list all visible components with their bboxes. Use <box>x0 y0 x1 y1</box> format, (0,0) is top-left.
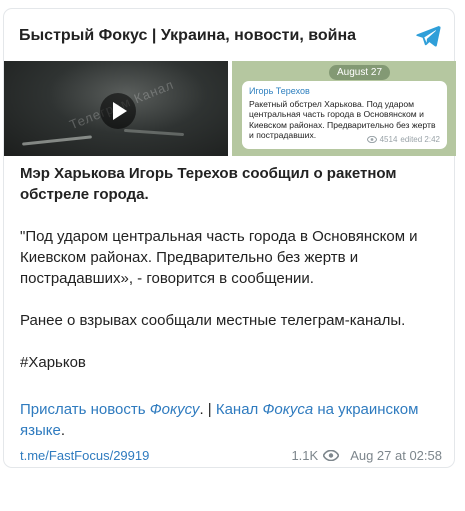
play-button[interactable] <box>100 93 136 129</box>
post-footer: t.me/FastFocus/29919 1.1K Aug 27 at 02:5… <box>20 445 442 465</box>
play-icon <box>113 102 127 120</box>
post-header: Быстрый Фокус | Украина, новости, война <box>19 21 442 51</box>
screenshot-thumbnail[interactable]: August 27 Игорь Терехов Ракетный обстрел… <box>232 61 456 156</box>
post-quote: "Под ударом центральная часть города в О… <box>20 228 418 287</box>
screenshot-edited: edited 2:42 <box>400 134 440 144</box>
post-links: Прислать новость Фокусу. | Канал Фокуса … <box>20 399 450 441</box>
post-stats: 1.1K Aug 27 at 02:58 <box>291 448 442 463</box>
screenshot-message: Игорь Терехов Ракетный обстрел Харькова.… <box>242 81 447 149</box>
eye-icon <box>323 449 340 461</box>
screenshot-views: 4514 <box>379 134 398 144</box>
post-permalink[interactable]: t.me/FastFocus/29919 <box>20 448 149 463</box>
post-date[interactable]: Aug 27 at 02:58 <box>350 448 442 463</box>
screenshot-date-label: August 27 <box>329 65 391 80</box>
links-separator: . | <box>199 401 216 418</box>
screenshot-meta: 4514 edited 2:42 <box>366 134 440 146</box>
post-body: Ранее о взрывах сообщали местные телегра… <box>20 312 406 329</box>
view-count: 1.1K <box>291 447 319 463</box>
telegram-icon[interactable] <box>414 22 442 50</box>
video-thumbnail[interactable]: Телеграм Канал <box>4 61 228 156</box>
post-hashtag[interactable]: #Харьков <box>20 352 450 373</box>
links-end: . <box>60 422 66 439</box>
post-text: Мэр Харькова Игорь Терехов сообщил о рак… <box>20 163 450 373</box>
post-lead: Мэр Харькова Игорь Терехов сообщил о рак… <box>20 165 397 203</box>
send-news-link[interactable]: Прислать новость Фокусу <box>20 401 199 418</box>
channel-title[interactable]: Быстрый Фокус | Украина, новости, война <box>19 27 356 45</box>
eye-icon <box>366 136 377 144</box>
media-grid: Телеграм Канал August 27 Игорь Терехов Р… <box>4 61 456 156</box>
screenshot-author: Игорь Терехов <box>249 86 310 96</box>
post-card: Быстрый Фокус | Украина, новости, война … <box>3 8 456 468</box>
